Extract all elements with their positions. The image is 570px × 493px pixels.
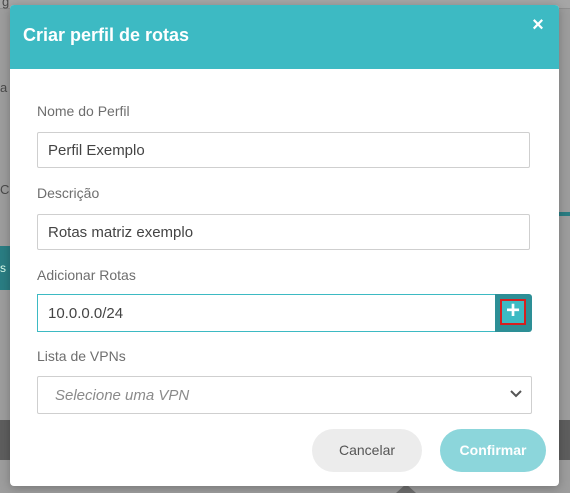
vpn-list-label: Lista de VPNs: [37, 348, 126, 364]
route-input[interactable]: [37, 294, 496, 332]
add-routes-group: +: [37, 294, 532, 332]
background-text-fragment: C: [0, 182, 10, 197]
description-label: Descrição: [37, 185, 100, 201]
profile-name-input[interactable]: [37, 132, 530, 168]
close-icon[interactable]: ×: [527, 14, 549, 36]
plus-icon[interactable]: +: [500, 299, 526, 325]
cancel-button[interactable]: Cancelar: [312, 429, 422, 472]
background-text-fragment: s: [0, 261, 6, 275]
chevron-down-icon: [510, 390, 522, 398]
create-route-profile-modal: Criar perfil de rotas × Nome do Perfil D…: [10, 5, 559, 486]
vpn-select[interactable]: Selecione uma VPN: [37, 376, 532, 414]
description-input[interactable]: [37, 214, 530, 250]
add-routes-label: Adicionar Rotas: [37, 267, 136, 283]
background-accent-line: [558, 212, 570, 216]
add-route-button[interactable]: +: [495, 294, 532, 332]
modal-title: Criar perfil de rotas: [23, 25, 190, 45]
profile-name-label: Nome do Perfil: [37, 103, 130, 119]
confirm-button[interactable]: Confirmar: [440, 429, 546, 472]
background-text-fragment: a: [0, 80, 8, 95]
modal-header: Criar perfil de rotas ×: [10, 5, 559, 69]
background-text-fragment: g: [2, 0, 10, 9]
vpn-select-placeholder: Selecione uma VPN: [55, 387, 190, 404]
